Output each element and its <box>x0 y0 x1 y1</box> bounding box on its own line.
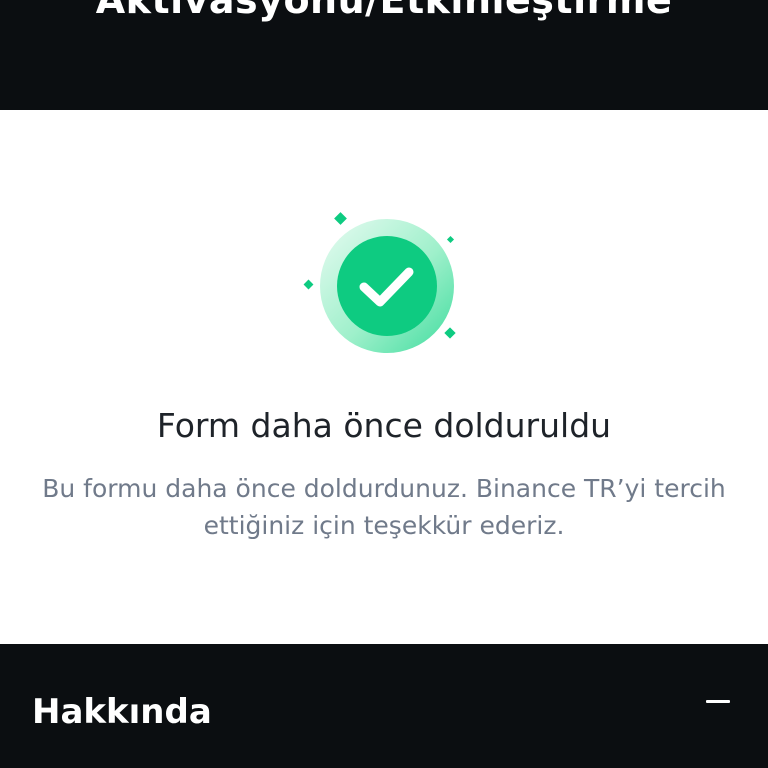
page-header: Aktivasyonu/Etkinleştirme <box>0 0 768 110</box>
collapse-button[interactable] <box>694 688 742 716</box>
about-label: Hakkında <box>32 692 212 732</box>
minus-icon <box>706 700 730 703</box>
status-description: Bu formu daha önce doldurdunuz. Binance … <box>42 474 726 540</box>
about-accordion[interactable]: Hakkında <box>0 644 768 768</box>
check-circle-icon <box>303 212 456 353</box>
page-title: Aktivasyonu/Etkinleştirme <box>95 0 673 22</box>
status-title: Form daha önce dolduruldu <box>156 406 612 445</box>
status-card: Form daha önce dolduruldu Bu formu daha … <box>0 110 768 644</box>
